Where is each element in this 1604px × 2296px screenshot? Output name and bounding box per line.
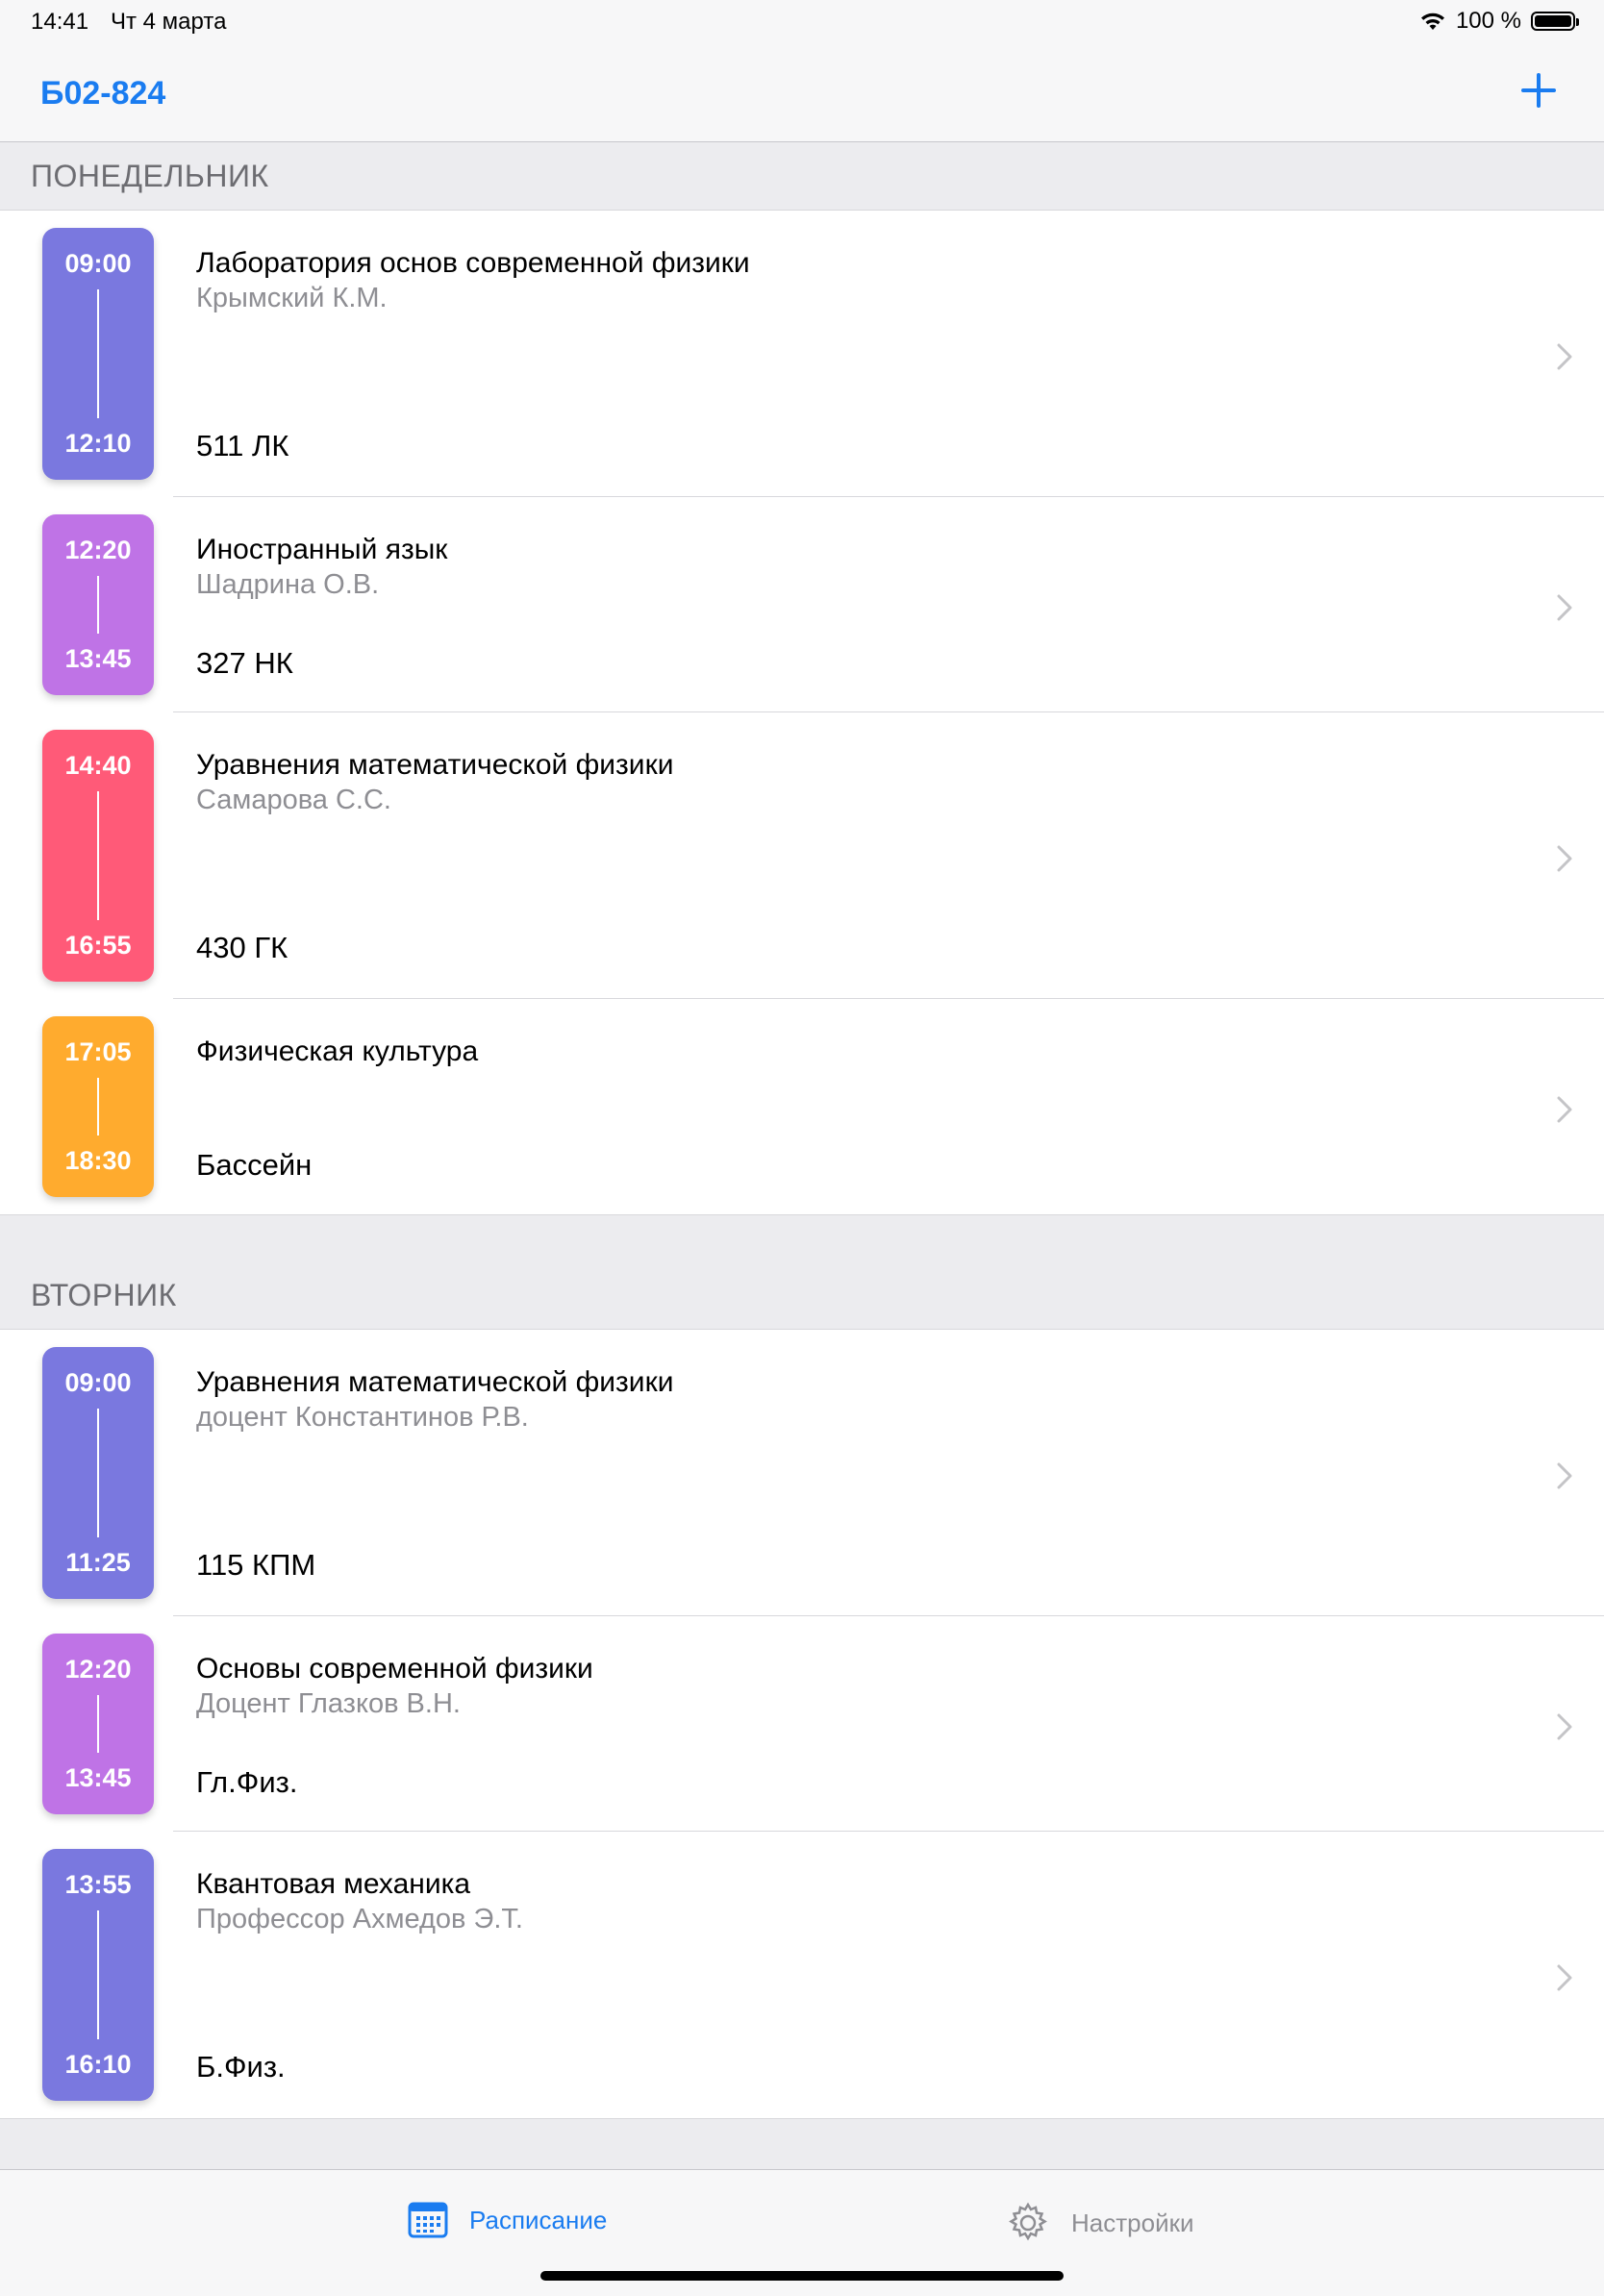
calendar-icon: [408, 2202, 448, 2238]
lesson-teacher: Доцент Глазков В.Н.: [196, 1688, 461, 1719]
time-connector: [97, 1910, 99, 2039]
time-block: 17:05 18:30: [42, 1016, 154, 1197]
lesson-row[interactable]: 09:00 11:25 Уравнения математической физ…: [0, 1330, 1604, 1616]
lesson-teacher: Шадрина О.В.: [196, 569, 380, 600]
end-time: 18:30: [64, 1146, 132, 1175]
section-title: ВТОРНИК: [31, 1278, 177, 1312]
lesson-teacher: доцент Константинов Р.В.: [196, 1402, 529, 1433]
lesson-list: 09:00 12:10 Лаборатория основ современно…: [0, 210, 1604, 1215]
status-bar: 14:41 Чт 4 марта 100 %: [0, 0, 1604, 44]
lesson-room: Б.Физ.: [196, 2050, 286, 2084]
start-time: 09:00: [64, 249, 132, 278]
lesson-room: 430 ГК: [196, 931, 288, 964]
lesson-subject: Лаборатория основ современной физики: [196, 247, 750, 279]
navigation-bar: Б02-824: [0, 44, 1604, 142]
end-time: 16:10: [64, 2050, 132, 2079]
tab-schedule-label: Расписание: [469, 2205, 608, 2234]
status-date: Чт 4 марта: [111, 9, 227, 35]
time-block: 14:40 16:55: [42, 730, 154, 982]
home-indicator: [540, 2271, 1064, 2281]
group-title[interactable]: Б02-824: [40, 75, 165, 112]
lesson-teacher: Крымский К.М.: [196, 283, 388, 313]
battery-percent: 100 %: [1455, 8, 1521, 34]
chevron-right-icon: [1557, 1713, 1572, 1740]
start-time: 17:05: [64, 1037, 132, 1066]
lesson-subject: Иностранный язык: [196, 534, 448, 565]
time-connector: [97, 289, 99, 418]
end-time: 11:25: [65, 1548, 131, 1577]
battery-icon: [1531, 12, 1579, 31]
battery-level: [1535, 15, 1571, 27]
lesson-subject: Основы современной физики: [196, 1653, 593, 1685]
time-connector: [97, 1409, 99, 1537]
section-title: ПОНЕДЕЛЬНИК: [31, 159, 269, 193]
lesson-teacher: Профессор Ахмедов Э.Т.: [196, 1904, 523, 1934]
chevron-right-icon: [1557, 594, 1572, 621]
start-time: 14:40: [64, 751, 132, 780]
lesson-room: Гл.Физ.: [196, 1765, 298, 1799]
start-time: 12:20: [64, 536, 132, 564]
lesson-room: 115 КПМ: [196, 1548, 316, 1582]
lesson-row[interactable]: 17:05 18:30 Физическая культура Бассейн: [0, 999, 1604, 1214]
chevron-right-icon: [1557, 1096, 1572, 1123]
tab-schedule[interactable]: Расписание: [408, 2201, 607, 2239]
section-header: ПОНЕДЕЛЬНИК: [0, 142, 1604, 210]
lesson-subject: Физическая культура: [196, 1036, 479, 1067]
tab-settings-label: Настройки: [1071, 2208, 1194, 2237]
gear-icon: [1009, 2202, 1047, 2241]
lesson-room: 327 НК: [196, 646, 293, 680]
wifi-icon: [1420, 12, 1444, 30]
lesson-room: 511 ЛК: [196, 429, 289, 462]
lesson-row[interactable]: 12:20 13:45 Иностранный язык Шадрина О.В…: [0, 497, 1604, 712]
schedule-list[interactable]: ПОНЕДЕЛЬНИК 09:00 12:10 Лаборатория осно…: [0, 142, 1604, 2169]
lesson-subject: Квантовая механика: [196, 1868, 471, 1900]
chevron-right-icon: [1557, 1462, 1572, 1489]
start-time: 09:00: [64, 1368, 132, 1397]
time-block: 13:55 16:10: [42, 1849, 154, 2101]
time-connector: [97, 1078, 99, 1136]
lesson-row[interactable]: 13:55 16:10 Квантовая механика Профессор…: [0, 1832, 1604, 2118]
lesson-teacher: Самарова С.С.: [196, 785, 391, 815]
end-time: 13:45: [64, 1763, 132, 1792]
time-connector: [97, 791, 99, 920]
end-time: 13:45: [64, 644, 132, 673]
lesson-row[interactable]: 09:00 12:10 Лаборатория основ современно…: [0, 211, 1604, 497]
chevron-right-icon: [1557, 343, 1572, 370]
time-block: 12:20 13:45: [42, 1634, 154, 1814]
status-indicators: 100 %: [1419, 8, 1579, 35]
lesson-subject: Уравнения математической физики: [196, 749, 674, 781]
time-block: 09:00 12:10: [42, 228, 154, 480]
chevron-right-icon: [1557, 845, 1572, 872]
status-time: 14:41: [31, 9, 89, 35]
chevron-right-icon: [1557, 1964, 1572, 1991]
tab-settings[interactable]: Настройки: [1006, 2201, 1194, 2245]
section-header: ВТОРНИК: [0, 1261, 1604, 1329]
time-connector: [97, 576, 99, 634]
lesson-room: Бассейн: [196, 1148, 313, 1182]
time-block: 09:00 11:25: [42, 1347, 154, 1599]
time-connector: [97, 1695, 99, 1753]
tab-bar: Расписание Настройки: [0, 2169, 1604, 2296]
end-time: 12:10: [64, 429, 132, 458]
lesson-subject: Уравнения математической физики: [196, 1366, 674, 1398]
lesson-row[interactable]: 12:20 13:45 Основы современной физики До…: [0, 1616, 1604, 1832]
plus-icon[interactable]: [1514, 65, 1564, 115]
lesson-row[interactable]: 14:40 16:55 Уравнения математической физ…: [0, 712, 1604, 999]
lesson-list: 09:00 11:25 Уравнения математической физ…: [0, 1329, 1604, 2119]
start-time: 13:55: [64, 1870, 132, 1899]
time-block: 12:20 13:45: [42, 514, 154, 695]
end-time: 16:55: [64, 931, 132, 960]
start-time: 12:20: [64, 1655, 132, 1684]
